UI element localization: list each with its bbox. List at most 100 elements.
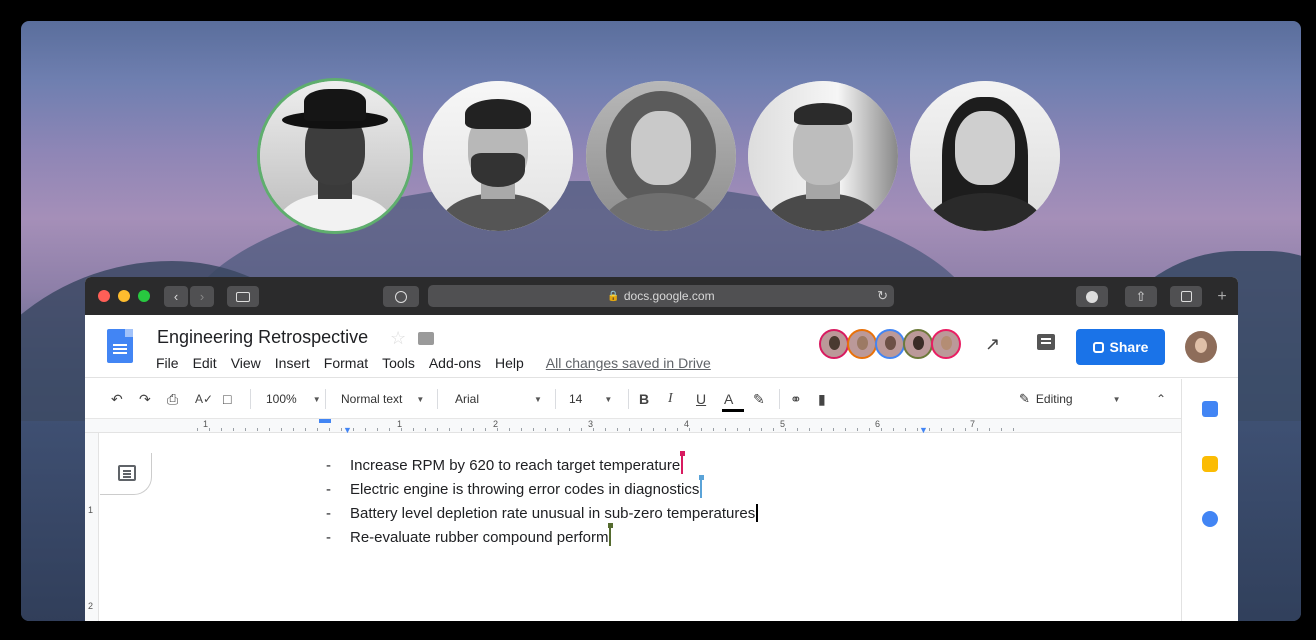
tasks-icon[interactable] — [1202, 511, 1218, 527]
menu-insert[interactable]: Insert — [275, 355, 310, 371]
font-size-select[interactable]: 14 ▼ — [569, 389, 612, 409]
share-icon: ⇧ — [1135, 288, 1147, 304]
font-value: Arial — [455, 392, 480, 406]
chevron-down-icon: ▼ — [534, 394, 542, 404]
participant-video-2[interactable] — [423, 81, 573, 231]
maximize-window-button[interactable] — [138, 290, 150, 302]
keep-icon[interactable] — [1202, 456, 1218, 472]
menu-view[interactable]: View — [231, 355, 261, 371]
chevron-down-icon: ▼ — [1112, 394, 1121, 404]
star-icon[interactable]: ☆ — [390, 328, 406, 349]
print-icon[interactable]: ⎙ — [167, 389, 178, 409]
video-call-participants — [21, 80, 1301, 234]
collaborator-avatar[interactable] — [847, 329, 877, 359]
redo-icon[interactable]: ↷ — [139, 389, 151, 409]
collaborator-avatar[interactable] — [875, 329, 905, 359]
calendar-icon[interactable] — [1202, 401, 1218, 417]
formatting-toolbar: ↶ ↷ ⎙ A✓ □ 100% ▼ Normal text ▼ Arial ▼ 14 ▼… — [85, 379, 1181, 419]
account-avatar[interactable] — [1185, 331, 1217, 363]
document-page[interactable]: - Increase RPM by 620 to reach target tem… — [100, 433, 1181, 621]
menu-tools[interactable]: Tools — [382, 355, 415, 371]
sidebar-icon — [236, 291, 250, 302]
undo-icon[interactable]: ↶ — [111, 389, 123, 409]
link-icon[interactable]: ⚭ — [790, 389, 802, 409]
new-tab-button[interactable]: + — [1211, 286, 1233, 307]
docs-header: Engineering Retrospective ☆ File Edit Vi… — [85, 315, 1238, 378]
activity-trend-icon[interactable]: ↗ — [985, 334, 1000, 355]
browser-titlebar: ‹ › 🔒 docs.google.com ↻ ⇧ + — [85, 277, 1238, 315]
bullet-marker: - — [326, 456, 331, 474]
list-item-text: Increase RPM by 620 to reach target temp… — [350, 456, 681, 474]
document-outline-icon[interactable] — [118, 465, 136, 481]
list-item-text: Electric engine is throwing error codes … — [350, 480, 700, 498]
style-value: Normal text — [341, 392, 403, 406]
list-item[interactable]: - Electric engine is throwing error codes… — [326, 475, 758, 501]
text-color-button[interactable]: A — [722, 389, 744, 412]
downloads-button[interactable] — [1076, 286, 1108, 307]
menu-help[interactable]: Help — [495, 355, 524, 371]
bold-button[interactable]: B — [639, 389, 649, 409]
text-color-glyph: A — [724, 391, 734, 407]
folder-icon[interactable] — [418, 332, 435, 345]
people-lock-icon — [1092, 341, 1104, 353]
minimize-window-button[interactable] — [118, 290, 130, 302]
address-bar[interactable]: 🔒 docs.google.com ↻ — [428, 285, 894, 307]
comment-add-icon[interactable]: ▮ — [818, 389, 826, 409]
zoom-value: 100% — [266, 392, 297, 406]
zoom-select[interactable]: 100% ▼ — [266, 389, 321, 409]
sidebar-toggle-button[interactable] — [227, 286, 259, 307]
participant-video-3[interactable] — [586, 81, 736, 231]
font-size-value: 14 — [569, 392, 583, 406]
lock-icon: 🔒 — [607, 290, 620, 302]
chevron-down-icon: ▼ — [312, 394, 321, 404]
collaborator-cursor — [680, 451, 686, 474]
forward-button[interactable]: › — [190, 286, 214, 307]
tabs-overview-button[interactable] — [1170, 286, 1202, 307]
collaborator-avatar[interactable] — [903, 329, 933, 359]
menu-file[interactable]: File — [156, 355, 179, 371]
highlight-icon[interactable]: ✎ — [753, 389, 765, 409]
comment-icon[interactable] — [1037, 334, 1055, 350]
share-sheet-button[interactable]: ⇧ — [1125, 286, 1157, 307]
list-item-text: Battery level depletion rate unusual in … — [350, 504, 756, 522]
vertical-ruler: 1 2 — [85, 433, 99, 621]
bullet-list[interactable]: - Increase RPM by 620 to reach target tem… — [326, 451, 759, 549]
side-panel — [1181, 379, 1238, 621]
document-title[interactable]: Engineering Retrospective — [157, 327, 368, 348]
list-item[interactable]: - Re-evaluate rubber compound perform — [326, 523, 758, 549]
paint-format-icon[interactable]: □ — [223, 389, 231, 409]
share-button[interactable]: Share — [1076, 329, 1165, 365]
underline-button[interactable]: U — [696, 389, 706, 409]
back-button[interactable]: ‹ — [164, 286, 188, 307]
participant-video-5[interactable] — [910, 81, 1060, 231]
participant-video-4[interactable] — [748, 81, 898, 231]
collaborator-cursor — [699, 475, 705, 498]
editing-mode-select[interactable]: ✎ Editing ▼ — [1019, 389, 1121, 409]
password-button[interactable] — [383, 286, 419, 307]
collaborator-cursor — [608, 523, 614, 546]
docs-logo-icon[interactable] — [107, 329, 133, 363]
save-status-link[interactable]: All changes saved in Drive — [546, 355, 711, 371]
download-icon — [1086, 290, 1098, 303]
close-window-button[interactable] — [98, 290, 110, 302]
list-item[interactable]: - Increase RPM by 620 to reach target tem… — [326, 451, 758, 477]
spellcheck-icon[interactable]: A✓ — [195, 389, 213, 409]
collaborator-avatar[interactable] — [931, 329, 961, 359]
collapse-toolbar-icon[interactable]: ⌃ — [1156, 389, 1166, 409]
reload-icon[interactable]: ↻ — [877, 288, 888, 304]
menu-addons[interactable]: Add-ons — [429, 355, 481, 371]
bullet-marker: - — [326, 480, 331, 498]
font-select[interactable]: Arial ▼ — [455, 389, 542, 409]
participant-video-1[interactable] — [260, 81, 410, 231]
chevron-right-icon: › — [199, 289, 205, 304]
menu-edit[interactable]: Edit — [193, 355, 217, 371]
left-indent-marker[interactable] — [319, 419, 331, 423]
collaborator-avatar[interactable] — [819, 329, 849, 359]
bullet-marker: - — [326, 528, 331, 546]
italic-button[interactable]: I — [668, 389, 673, 409]
list-item[interactable]: - Battery level depletion rate unusual in… — [326, 501, 759, 525]
paragraph-style-select[interactable]: Normal text ▼ — [341, 389, 424, 409]
chevron-left-icon: ‹ — [173, 289, 179, 304]
menu-format[interactable]: Format — [324, 355, 368, 371]
ruler-mark: 2 — [88, 601, 94, 611]
